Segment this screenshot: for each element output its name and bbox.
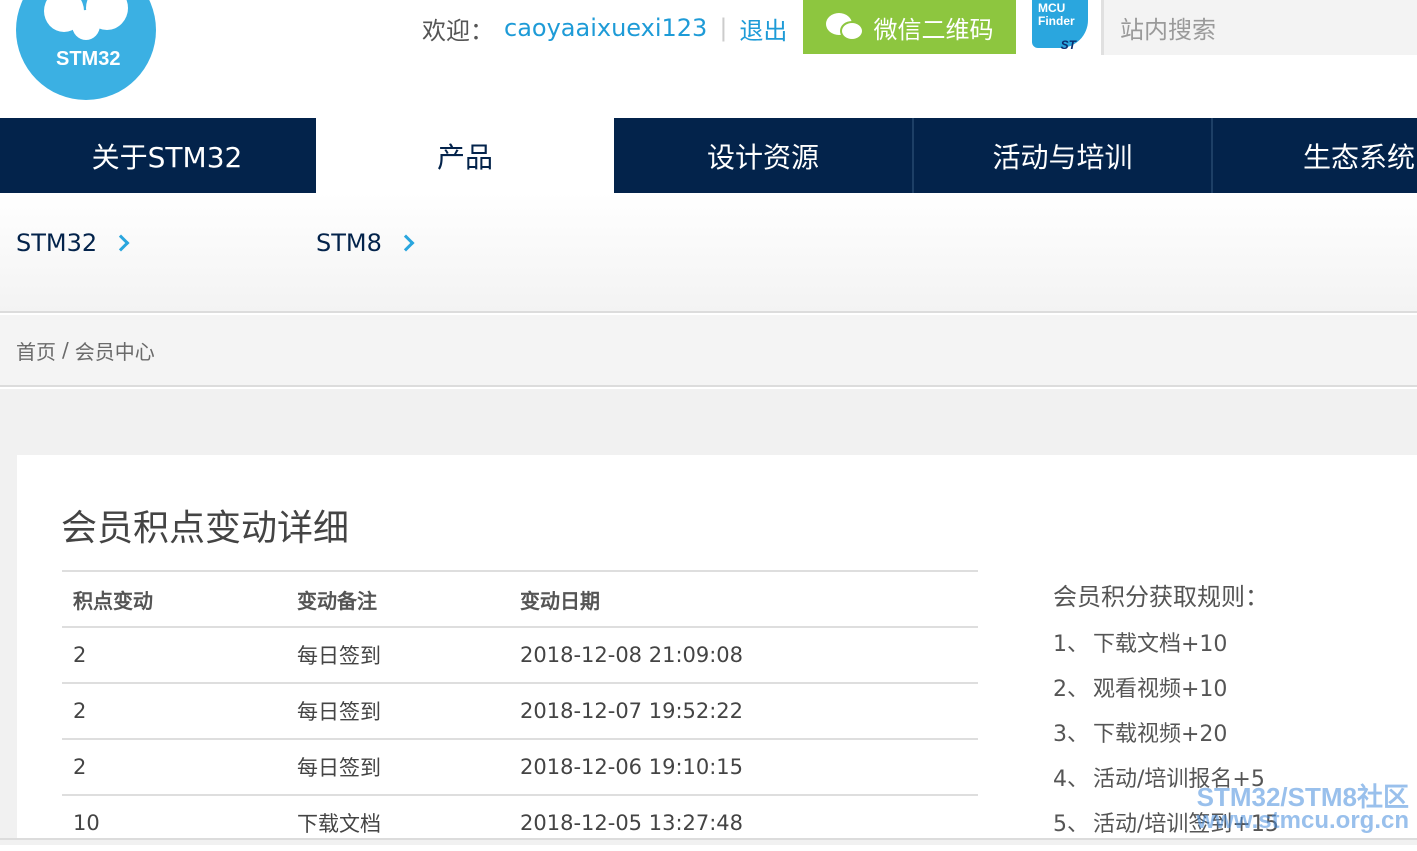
rule-text: 下载视频+20	[1093, 722, 1228, 747]
site-watermark: STM32/STM8社区 www.stmcu.org.cn	[1196, 782, 1409, 834]
cell-date: 2018-12-05 13:27:48	[520, 811, 744, 835]
column-header-remark: 变动备注	[297, 588, 377, 613]
product-subnav: STM32 STM8	[0, 193, 1417, 313]
breadcrumb-current: 会员中心	[74, 339, 155, 364]
st-logo-icon: ST	[1060, 38, 1076, 52]
mcu-finder-badge[interactable]: MCU Finder ST	[1032, 0, 1088, 52]
rules-title: 会员积分获取规则：	[1053, 583, 1269, 611]
welcome-label: 欢迎：	[422, 16, 494, 45]
nav-item-products[interactable]: 产品	[316, 118, 614, 193]
welcome-bar: 欢迎： caoyaaixuexi123 | 退出	[422, 10, 787, 46]
chevron-right-icon	[112, 234, 130, 252]
subnav-item-stm32[interactable]: STM32	[16, 229, 130, 257]
cell-points: 2	[73, 755, 87, 779]
rule-number: 4、	[1053, 767, 1089, 792]
cell-remark: 下载文档	[297, 812, 381, 836]
table-header-row: 积点变动 变动备注 变动日期	[62, 570, 978, 626]
subnav-item-label: STM32	[16, 229, 98, 257]
table-row: 2 每日签到 2018-12-07 19:52:22	[62, 682, 978, 738]
cell-points: 10	[73, 811, 100, 835]
breadcrumb-separator: /	[62, 338, 69, 362]
points-table: 积点变动 变动备注 变动日期 2 每日签到 2018-12-08 21:09:0…	[62, 570, 978, 850]
nav-item-design-resources[interactable]: 设计资源	[614, 118, 912, 193]
cell-date: 2018-12-06 19:10:15	[520, 755, 744, 779]
divider: |	[719, 14, 728, 42]
chevron-right-icon	[397, 234, 415, 252]
butterfly-body	[72, 10, 100, 40]
wechat-icon	[825, 11, 866, 43]
cell-date: 2018-12-08 21:09:08	[520, 643, 744, 667]
wechat-button-label: 微信二维码	[873, 15, 994, 44]
cell-points: 2	[73, 643, 87, 667]
breadcrumb: 首页 / 会员中心	[0, 315, 1417, 387]
cell-points: 2	[73, 699, 87, 723]
search-placeholder: 站内搜索	[1120, 16, 1216, 44]
stm32-logo[interactable]: STM32	[16, 0, 156, 100]
cell-remark: 每日签到	[297, 644, 381, 668]
site-header: STM32 欢迎： caoyaaixuexi123 | 退出 微信二维码 MCU…	[0, 0, 1417, 118]
column-header-points-change: 积点变动	[73, 588, 153, 613]
rule-number: 2、	[1053, 677, 1089, 702]
nav-item-events-training[interactable]: 活动与培训	[912, 118, 1211, 193]
mcu-finder-line2: Finder	[1038, 14, 1075, 28]
rule-item: 1、 下载文档+10	[1053, 626, 1279, 671]
rule-text: 下载文档+10	[1093, 632, 1228, 657]
rule-number: 1、	[1053, 632, 1089, 657]
bottom-divider	[0, 838, 1417, 840]
main-nav: 关于STM32 产品 设计资源 活动与培训 生态系统	[0, 118, 1417, 193]
rule-item: 3、 下载视频+20	[1053, 716, 1279, 761]
watermark-line1: STM32/STM8社区	[1196, 782, 1409, 812]
search-input[interactable]: 站内搜索	[1101, 0, 1417, 55]
subnav-item-stm8[interactable]: STM8	[316, 229, 415, 257]
cell-date: 2018-12-07 19:52:22	[520, 699, 744, 723]
watermark-line2: www.stmcu.org.cn	[1196, 807, 1409, 834]
wechat-qrcode-button[interactable]: 微信二维码	[803, 0, 1016, 54]
rule-number: 3、	[1053, 722, 1089, 747]
cell-remark: 每日签到	[297, 700, 381, 724]
table-row: 2 每日签到 2018-12-06 19:10:15	[62, 738, 978, 794]
breadcrumb-home[interactable]: 首页	[16, 336, 56, 365]
table-row: 10 下载文档 2018-12-05 13:27:48	[62, 794, 978, 850]
username-link[interactable]: caoyaaixuexi123	[504, 14, 707, 42]
table-row: 2 每日签到 2018-12-08 21:09:08	[62, 626, 978, 682]
logo-text: STM32	[56, 48, 121, 70]
rule-number: 5、	[1053, 812, 1089, 837]
nav-item-ecosystem[interactable]: 生态系统	[1211, 118, 1417, 193]
nav-item-about-stm32[interactable]: 关于STM32	[18, 118, 316, 193]
cell-remark: 每日签到	[297, 756, 381, 780]
rule-item: 2、 观看视频+10	[1053, 671, 1279, 716]
subnav-item-label: STM8	[316, 229, 382, 257]
logout-link[interactable]: 退出	[739, 11, 787, 46]
rule-text: 观看视频+10	[1093, 677, 1228, 702]
column-header-date: 变动日期	[520, 588, 600, 613]
page-title: 会员积点变动详细	[61, 508, 350, 549]
nav-edge	[0, 118, 18, 193]
